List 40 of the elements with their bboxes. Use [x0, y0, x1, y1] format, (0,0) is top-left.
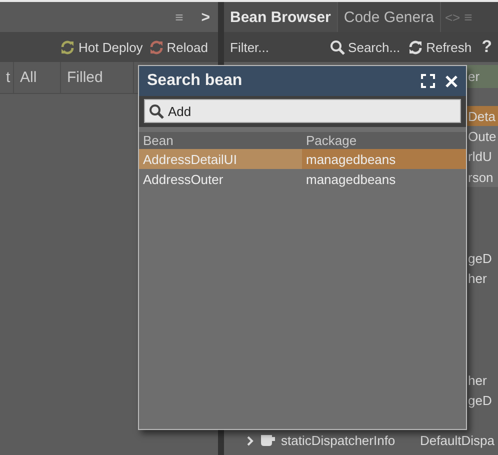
table-cell-text: AddressOuter [142, 172, 224, 186]
search-icon [330, 40, 346, 54]
next-icon[interactable]: > [201, 8, 210, 26]
tree-row[interactable]: staticDispatcherInfo DefaultDispa [224, 430, 498, 452]
bean-value: DefaultDispa [420, 433, 496, 448]
bean-value: rson [468, 170, 494, 185]
column-heading: Bean [142, 133, 174, 148]
bean-name: staticDispatcherInfo [281, 433, 396, 448]
tab[interactable]: Bean Browser [224, 2, 338, 32]
bean-value: Deta [468, 108, 496, 124]
column-heading: Filled [61, 62, 134, 93]
cup-icon [261, 435, 276, 446]
bean-value: geD [468, 250, 492, 266]
bean-value: Oute [468, 128, 496, 144]
refresh-icon [408, 40, 424, 54]
search-icon [149, 104, 164, 118]
bean-value: her [468, 271, 487, 286]
table-cell: AddressDetailUI [139, 149, 302, 169]
refresh-icon [148, 40, 164, 54]
close-button[interactable] [445, 74, 458, 88]
refresh-button[interactable]: Refresh [408, 40, 472, 54]
column-heading: er [468, 69, 480, 84]
bean-value: rldU [468, 149, 492, 164]
table-cell-text: managedbeans [305, 172, 396, 186]
reload-button[interactable]: Reload [148, 40, 208, 54]
search-button[interactable]: Search... [330, 40, 400, 54]
column-heading: t [0, 62, 14, 93]
maximize-button[interactable] [421, 74, 435, 88]
table-cell-text: managedbeans [305, 152, 396, 166]
search-field[interactable]: Add [144, 99, 461, 123]
dialog-title: Search bean [147, 72, 244, 90]
filter-field[interactable]: Filter... [230, 40, 322, 54]
help-button[interactable]: ? [482, 37, 492, 57]
hot-deploy-button[interactable]: Hot Deploy [60, 40, 143, 54]
result-row[interactable]: AddressOuter managedbeans [139, 169, 466, 189]
bean-value: geD [468, 392, 492, 408]
refresh-icon [60, 40, 76, 54]
column-heading: Package [305, 133, 357, 148]
bean-value: her [468, 372, 487, 388]
column-heading: All [14, 62, 61, 93]
